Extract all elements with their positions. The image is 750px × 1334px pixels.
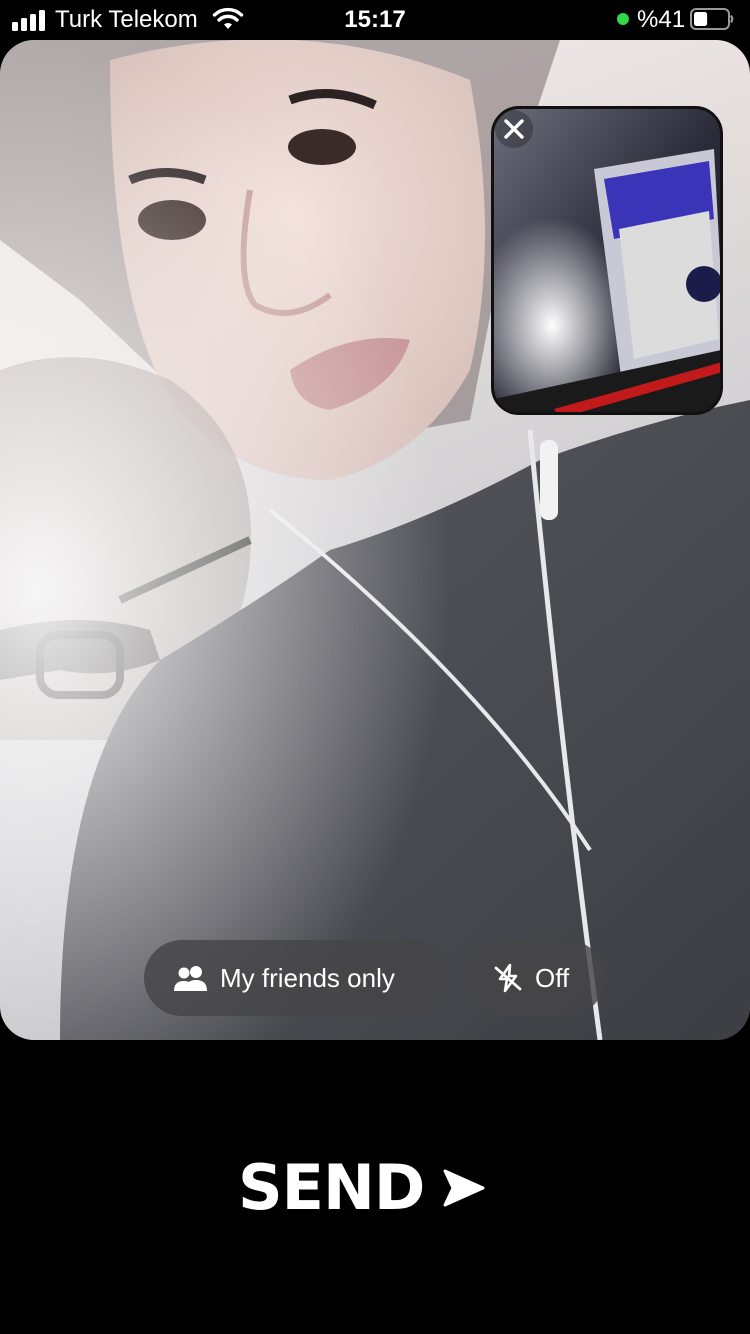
front-camera-pip[interactable]: [491, 106, 723, 415]
front-camera-photo: [494, 109, 720, 412]
audience-label: My friends only: [220, 963, 395, 993]
send-arrow-icon: [443, 1169, 485, 1207]
audience-option-button[interactable]: My friends only: [144, 940, 449, 1016]
close-icon[interactable]: [494, 109, 534, 149]
camera-in-use-indicator: [617, 13, 629, 25]
send-label: SEND: [238, 1151, 425, 1224]
status-bar: Turk Telekom 15:17 %41: [0, 0, 750, 40]
battery-icon: [690, 8, 734, 30]
flash-label: Off: [535, 963, 570, 993]
friends-icon: [174, 966, 207, 991]
battery-percent: %41: [637, 6, 686, 33]
camera-preview[interactable]: My friends only Off: [0, 40, 750, 1040]
send-button[interactable]: SEND: [238, 1150, 518, 1226]
flash-off-icon: [494, 963, 522, 993]
flash-toggle-button[interactable]: Off: [465, 940, 605, 1016]
